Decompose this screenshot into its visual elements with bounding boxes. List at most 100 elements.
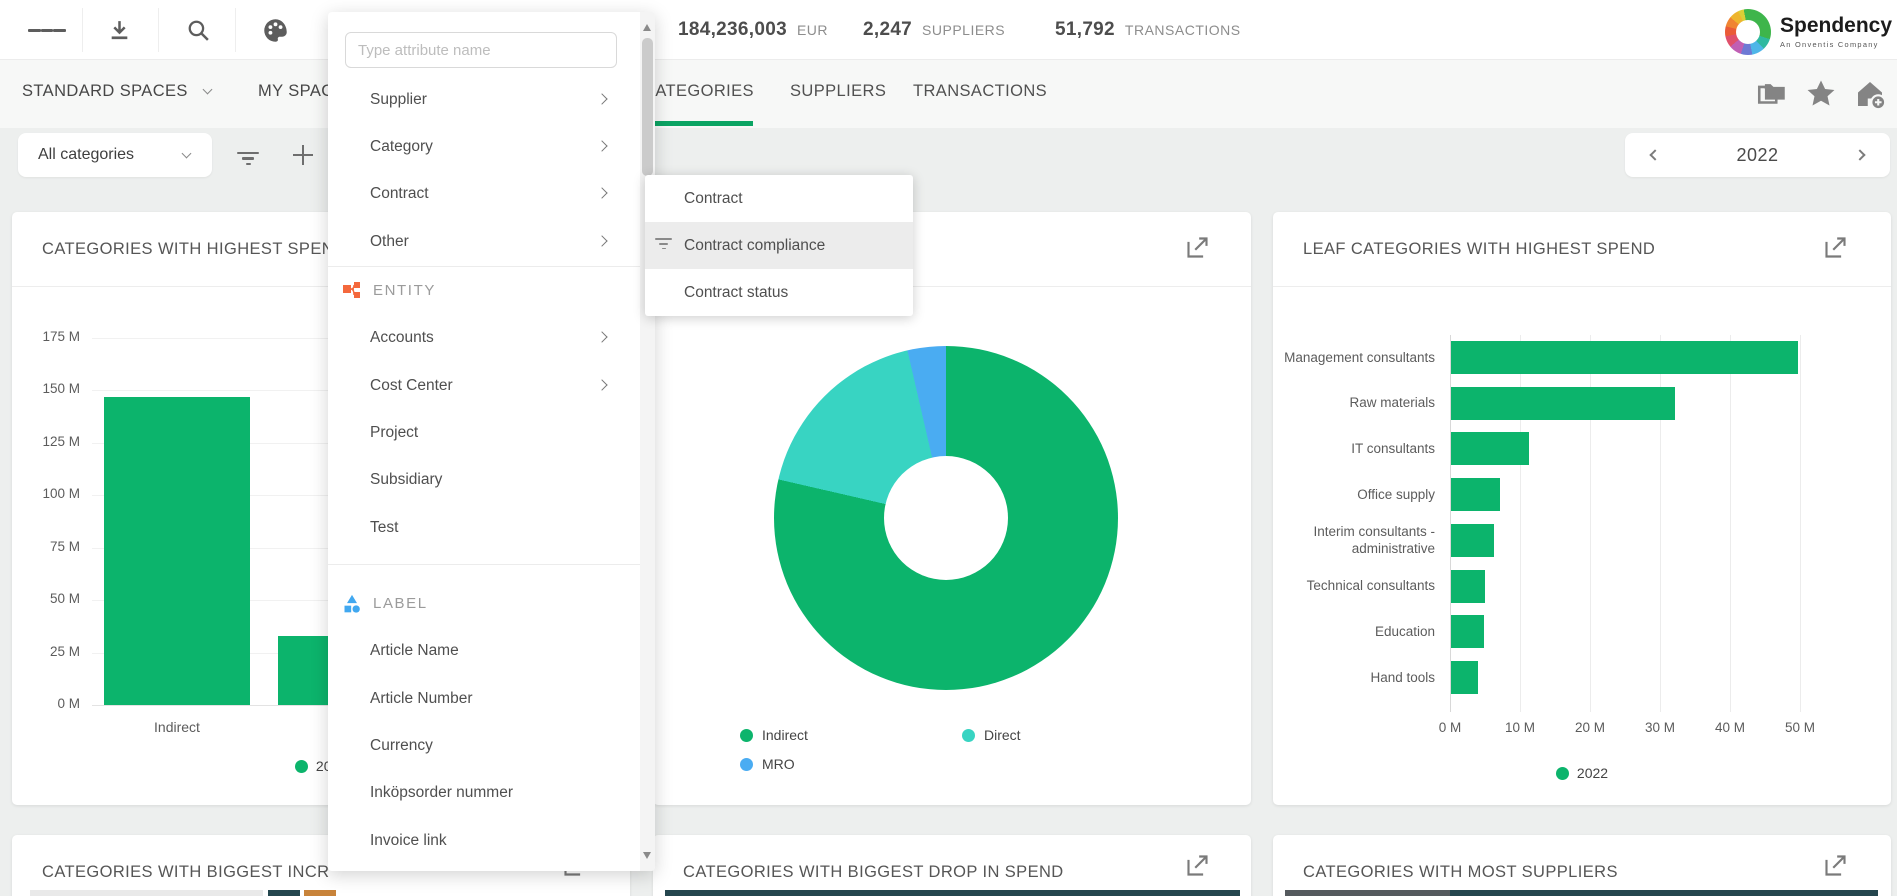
filter-icon[interactable]: [237, 148, 259, 169]
card-most-suppliers: CATEGORIES WITH MOST SUPPLIERS: [1273, 835, 1891, 896]
menu-item-project[interactable]: Project: [328, 409, 640, 456]
category-label: Interim consultants - administrative: [1313, 524, 1435, 556]
divider: [235, 8, 236, 52]
tab-suppliers[interactable]: SUPPLIERS: [790, 60, 886, 122]
folders-icon[interactable]: [1755, 60, 1789, 128]
scroll-down-icon[interactable]: [643, 852, 651, 859]
submenu-item-contract-compliance[interactable]: Contract compliance: [645, 222, 913, 269]
menu-item-currency[interactable]: Currency: [328, 722, 640, 769]
menu-item-label: Project: [370, 424, 419, 442]
menu-item-test[interactable]: Test: [328, 504, 640, 551]
open-external-icon[interactable]: [1184, 852, 1211, 879]
chevron-right-icon: [596, 235, 608, 247]
scrollbar: [640, 12, 655, 871]
next-year-button[interactable]: [1854, 149, 1866, 161]
shapes-icon: [342, 594, 362, 614]
download-icon[interactable]: [100, 0, 138, 60]
menu-item-label: Article Name: [370, 642, 459, 660]
stat-label: TRANSACTIONS: [1124, 22, 1241, 38]
star-icon[interactable]: [1804, 60, 1838, 128]
submenu-item-contract-status[interactable]: Contract status: [645, 269, 913, 316]
chart-fragment: [1285, 890, 1450, 896]
menu-item-other[interactable]: Other: [328, 218, 640, 265]
menu-item-article-number[interactable]: Article Number: [328, 675, 640, 722]
scrollbar-thumb[interactable]: [642, 38, 653, 176]
legend-dot: [740, 757, 753, 771]
stat-label: EUR: [796, 22, 829, 38]
menu-item-article-name[interactable]: Article Name: [328, 628, 640, 675]
add-filter-button[interactable]: [293, 145, 313, 165]
spendency-dashboard: 184,236,003 EUR 2,247 SUPPLIERS 51,792 T…: [0, 0, 1897, 896]
bar-raw-materials[interactable]: [1451, 386, 1675, 420]
menu-item-label: Supplier: [370, 90, 427, 108]
previous-year-button[interactable]: [1649, 149, 1661, 161]
legend-item-indirect: Indirect: [740, 727, 808, 743]
x-axis-tick: 30 M: [1644, 720, 1676, 735]
bar-it-consultants[interactable]: [1451, 432, 1530, 466]
menu-item-category[interactable]: Category: [328, 123, 640, 170]
submenu-item-contract[interactable]: Contract: [645, 175, 913, 222]
divider: [82, 8, 83, 52]
x-axis-tick: 20 M: [1574, 720, 1606, 735]
menu-section-header-entity: ENTITY: [328, 267, 655, 315]
brand-tagline: An Onventis Company: [1780, 39, 1879, 49]
category-label: Raw materials: [1349, 395, 1435, 411]
tab-categories[interactable]: CATEGORIES: [643, 60, 754, 122]
tab-transactions[interactable]: TRANSACTIONS: [913, 60, 1047, 122]
category-filter-select[interactable]: All categories: [18, 133, 212, 177]
gridline: [1730, 335, 1731, 712]
menu-item-label: Category: [370, 138, 433, 156]
menu-item-label: Contract: [370, 185, 429, 203]
category-label: Office supply: [1357, 486, 1435, 502]
donut-chart[interactable]: [774, 346, 1118, 690]
chart-fragment: [268, 890, 300, 896]
open-external-icon[interactable]: [1184, 234, 1211, 261]
x-axis-category: Indirect: [154, 719, 200, 735]
card-leaf-categories: LEAF CATEGORIES WITH HIGHEST SPEND 0 M 10…: [1273, 212, 1891, 805]
top-bar: 184,236,003 EUR 2,247 SUPPLIERS 51,792 T…: [0, 0, 1897, 60]
bar-technical-consultants[interactable]: [1451, 569, 1485, 603]
menu-item-supplier[interactable]: Supplier: [328, 76, 640, 123]
scroll-up-icon[interactable]: [643, 24, 651, 31]
menu-item-label: Article Number: [370, 689, 473, 707]
search-icon[interactable]: [178, 0, 218, 60]
palette-icon[interactable]: [255, 0, 295, 60]
bar-office-supply[interactable]: [1451, 478, 1500, 512]
menu-item-contract[interactable]: Contract: [328, 171, 640, 218]
bar-education[interactable]: [1451, 615, 1484, 649]
menu-divider: [328, 563, 640, 565]
standard-spaces-menu[interactable]: STANDARD SPACES: [22, 60, 213, 122]
menu-item-accounts[interactable]: Accounts: [328, 315, 640, 362]
category-label: Education: [1374, 623, 1435, 639]
stat-value: 2,247: [863, 19, 913, 40]
menu-item-subsidiary[interactable]: Subsidiary: [328, 457, 640, 504]
chevron-right-icon: [596, 140, 608, 152]
card-header: CATEGORIES WITH MOST SUPPLIERS: [1273, 835, 1891, 896]
x-axis-tick: 10 M: [1504, 720, 1536, 735]
filter-icon: [655, 238, 672, 252]
bar-management-consultants[interactable]: [1451, 341, 1798, 374]
add-dashboard-icon[interactable]: [1852, 60, 1888, 128]
menu-item-cost-center[interactable]: Cost Center: [328, 362, 640, 409]
bar-hand-tools[interactable]: [1451, 660, 1478, 694]
menu-item-label: Subsidiary: [370, 471, 443, 489]
spendency-logo: Spendency An Onventis Company: [1725, 9, 1892, 55]
bar-interim-consultants-administrative[interactable]: [1451, 523, 1494, 557]
gridline: [1800, 335, 1801, 712]
open-external-icon[interactable]: [1822, 852, 1849, 879]
legend-item-mro: MRO: [740, 756, 795, 772]
menu-item-label: Invoice link: [370, 831, 447, 849]
year-value: 2022: [1736, 144, 1779, 165]
bar-Indirect[interactable]: [104, 396, 250, 705]
category-filter-value: All categories: [38, 146, 135, 163]
menu-item-invoice-link[interactable]: Invoice link: [328, 817, 640, 864]
menu-icon[interactable]: [28, 0, 67, 60]
card-biggest-drop: CATEGORIES WITH BIGGEST DROP IN SPEND: [653, 835, 1251, 896]
attribute-search-input[interactable]: [345, 32, 617, 68]
menu-item-ink-psorder-nummer[interactable]: Inköpsorder nummer: [328, 770, 640, 817]
open-external-icon[interactable]: [1822, 234, 1849, 261]
chart-fragment: [30, 890, 263, 896]
menu-item-label: Accounts: [370, 329, 434, 347]
y-axis-tick: 75 M: [49, 538, 80, 554]
stat-label: SUPPLIERS: [922, 22, 1006, 38]
